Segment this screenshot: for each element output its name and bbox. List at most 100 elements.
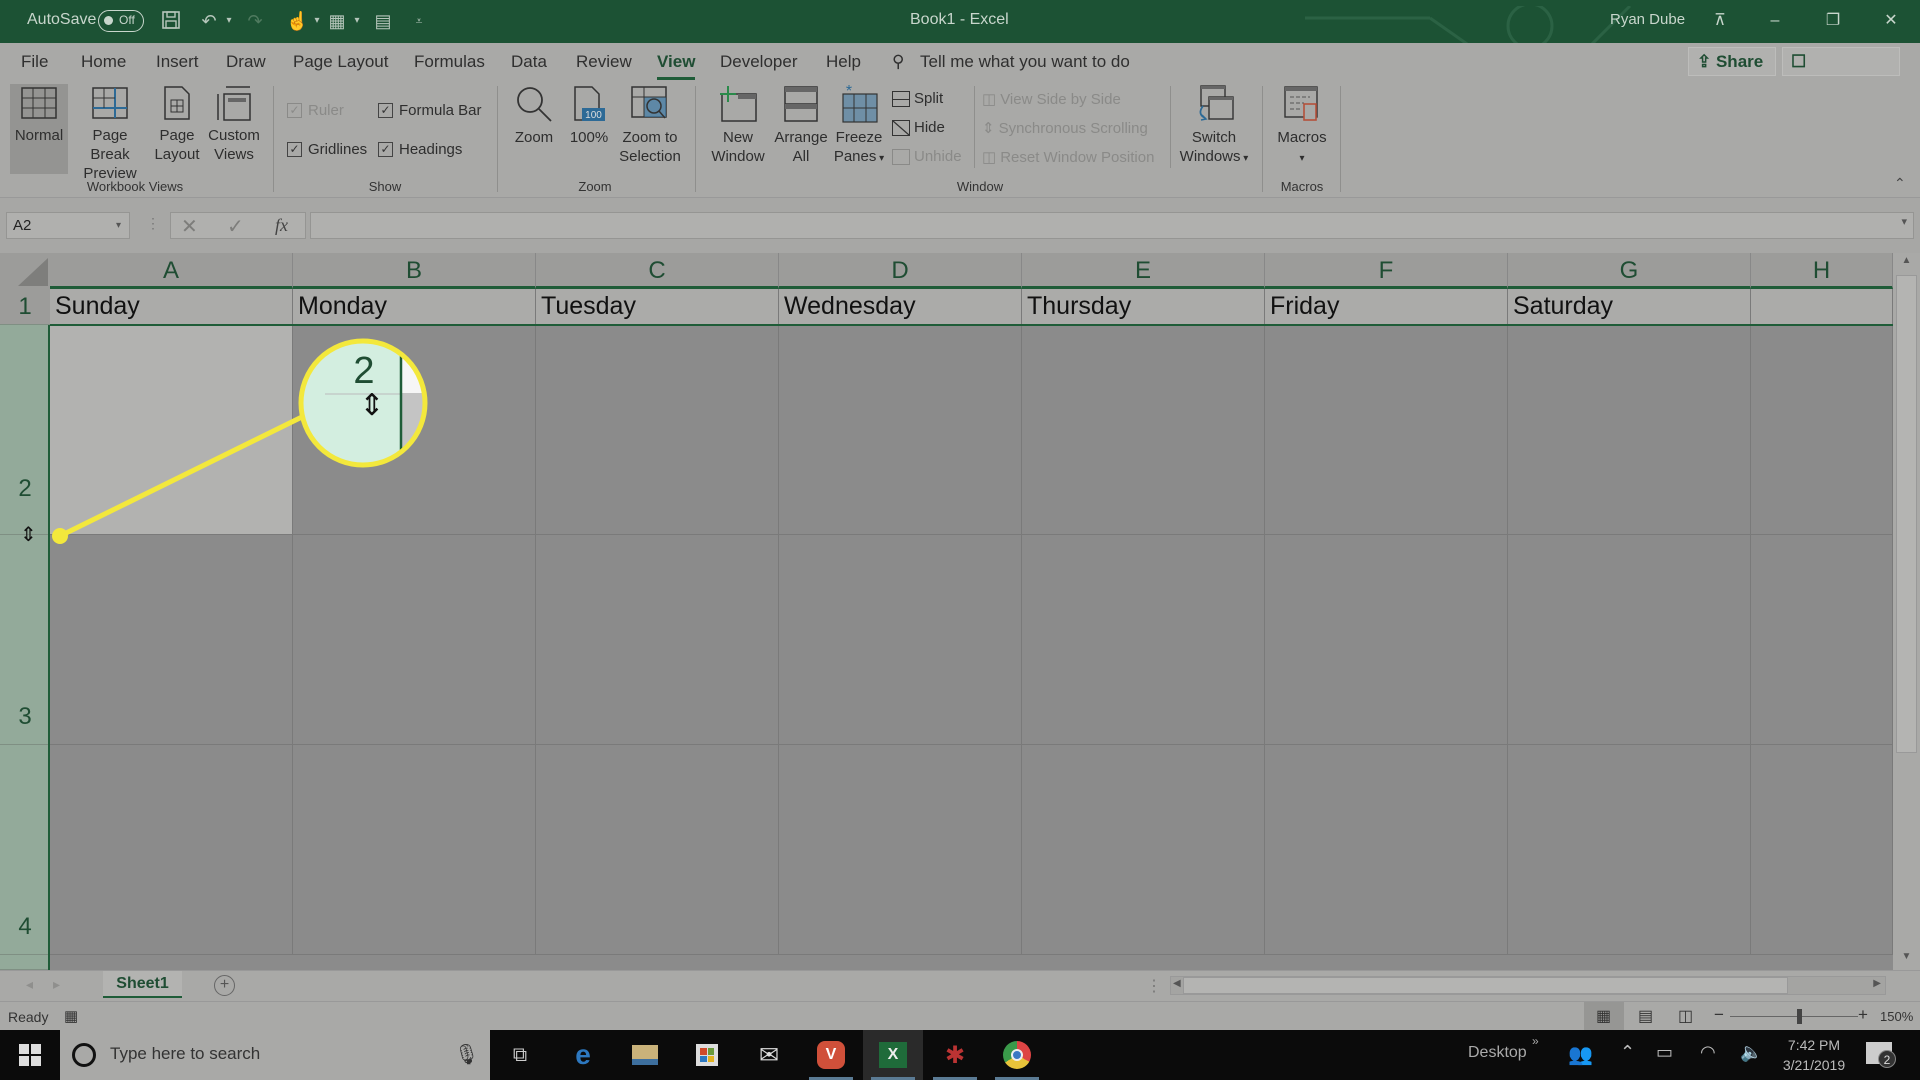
task-view-icon[interactable]: ⧉ bbox=[490, 1030, 550, 1080]
people-icon[interactable]: 👥 bbox=[1568, 1042, 1593, 1067]
cell-c4[interactable] bbox=[536, 745, 779, 955]
scroll-down-icon[interactable]: ▼ bbox=[1896, 951, 1917, 968]
column-header-f[interactable]: F bbox=[1265, 253, 1508, 289]
next-sheet-icon[interactable]: ▸ bbox=[53, 976, 60, 993]
cell-e2[interactable] bbox=[1022, 326, 1265, 535]
row-header-3[interactable]: 3 bbox=[0, 535, 50, 745]
cell-d1[interactable]: Wednesday bbox=[779, 289, 1022, 325]
zoom-slider-thumb[interactable] bbox=[1797, 1009, 1802, 1024]
microphone-icon[interactable]: 🎙 bbox=[454, 1042, 479, 1067]
cell-f1[interactable]: Friday bbox=[1265, 289, 1508, 325]
cell-a3[interactable] bbox=[50, 535, 293, 745]
normal-view-button[interactable]: Normal bbox=[10, 84, 68, 174]
comments-button[interactable]: ☐ Comments bbox=[1782, 47, 1900, 98]
minimize-icon[interactable]: – bbox=[1760, 8, 1790, 34]
column-header-d[interactable]: D bbox=[779, 253, 1022, 289]
tab-help[interactable]: Help bbox=[826, 52, 861, 72]
tell-me-input[interactable]: Tell me what you want to do bbox=[920, 52, 1130, 72]
vivaldi-icon[interactable]: V bbox=[801, 1030, 861, 1080]
expand-formula-bar-icon[interactable]: ▾ bbox=[1901, 215, 1907, 228]
macro-recording-icon[interactable]: ▦ bbox=[64, 1007, 78, 1025]
prev-sheet-icon[interactable]: ◂ bbox=[26, 976, 33, 993]
formula-input[interactable]: ▾ bbox=[310, 212, 1914, 239]
tab-home[interactable]: Home bbox=[81, 52, 126, 72]
tab-view[interactable]: View bbox=[657, 52, 696, 80]
freeze-dropdown-icon[interactable]: ▾ bbox=[346, 10, 368, 32]
cell-g1[interactable]: Saturday bbox=[1508, 289, 1751, 325]
row-header-4[interactable]: 4 bbox=[0, 745, 50, 955]
cell-d2[interactable] bbox=[779, 326, 1022, 535]
switch-windows-button[interactable]: Switch Windows ▾ bbox=[1174, 84, 1254, 168]
cell-c2[interactable] bbox=[536, 326, 779, 535]
row-header-5[interactable] bbox=[0, 955, 50, 970]
cell-e3[interactable] bbox=[1022, 535, 1265, 745]
freeze-panes-button[interactable]: * Freeze Panes ▾ bbox=[830, 84, 888, 168]
cell-e4[interactable] bbox=[1022, 745, 1265, 955]
zoom-100-button[interactable]: 100 100% bbox=[564, 84, 614, 147]
app-bug-icon[interactable]: ✱ bbox=[925, 1030, 985, 1080]
cell-c1[interactable]: Tuesday bbox=[536, 289, 779, 325]
save-icon[interactable] bbox=[160, 10, 182, 32]
edge-icon[interactable]: e bbox=[553, 1030, 613, 1080]
wifi-icon[interactable]: ◠ bbox=[1700, 1042, 1716, 1063]
horizontal-scroll-thumb[interactable] bbox=[1183, 977, 1788, 994]
scroll-left-icon[interactable]: ◀ bbox=[1173, 978, 1181, 989]
chrome-icon[interactable] bbox=[987, 1030, 1047, 1080]
cell-h1[interactable] bbox=[1751, 289, 1893, 325]
undo-icon[interactable]: ↶ bbox=[198, 10, 220, 32]
macros-button[interactable]: Macros ▾ bbox=[1272, 84, 1332, 168]
zoom-out-icon[interactable]: − bbox=[1714, 1005, 1724, 1025]
freeze-panes-qa-icon[interactable]: ▦ bbox=[326, 10, 348, 32]
toolbar-overflow-icon[interactable]: » bbox=[1532, 1034, 1539, 1048]
normal-view-status-button[interactable]: ▦ bbox=[1584, 1002, 1624, 1030]
cell-h3[interactable] bbox=[1751, 535, 1893, 745]
zoom-to-selection-button[interactable]: Zoom to Selection bbox=[616, 84, 684, 166]
new-sheet-icon[interactable]: + bbox=[214, 975, 235, 996]
share-button[interactable]: ⇪ Share bbox=[1688, 47, 1776, 76]
battery-icon[interactable]: ▭ bbox=[1656, 1042, 1673, 1063]
name-box[interactable]: A2 ▾ bbox=[6, 212, 130, 239]
cell-f4[interactable] bbox=[1265, 745, 1508, 955]
formula-bar-checkbox[interactable]: ✓ Formula Bar bbox=[378, 102, 482, 119]
zoom-button[interactable]: Zoom bbox=[508, 84, 560, 147]
column-header-c[interactable]: C bbox=[536, 253, 779, 289]
insert-function-icon[interactable]: fx bbox=[275, 215, 288, 236]
column-header-g[interactable]: G bbox=[1508, 253, 1751, 289]
mail-icon[interactable]: ✉ bbox=[739, 1030, 799, 1080]
tab-developer[interactable]: Developer bbox=[720, 52, 798, 72]
touch-dropdown-icon[interactable]: ▾ bbox=[306, 10, 328, 32]
split-button[interactable]: Split bbox=[892, 90, 943, 107]
cell-d3[interactable] bbox=[779, 535, 1022, 745]
formula-bar-grip-icon[interactable]: ⋮ bbox=[146, 215, 160, 232]
vertical-scrollbar[interactable]: ▲ ▼ bbox=[1893, 253, 1920, 970]
cell-g3[interactable] bbox=[1508, 535, 1751, 745]
page-layout-view-button[interactable]: Page Layout bbox=[152, 84, 202, 164]
show-hidden-icons-icon[interactable]: ⌃ bbox=[1620, 1042, 1635, 1063]
cell-h4[interactable] bbox=[1751, 745, 1893, 955]
desktop-toolbar-label[interactable]: Desktop bbox=[1468, 1044, 1527, 1062]
customize-qa-icon[interactable]: ⩡ bbox=[408, 10, 430, 32]
zoom-slider-track[interactable] bbox=[1730, 1016, 1858, 1017]
taskbar-search-box[interactable]: Type here to search 🎙 bbox=[60, 1030, 490, 1080]
clock[interactable]: 7:42 PM 3/21/2019 bbox=[1778, 1035, 1850, 1075]
cell-g4[interactable] bbox=[1508, 745, 1751, 955]
cell-d4[interactable] bbox=[779, 745, 1022, 955]
horizontal-scrollbar[interactable]: ◀ ▶ bbox=[1170, 976, 1886, 995]
cell-b3[interactable] bbox=[293, 535, 536, 745]
tab-draw[interactable]: Draw bbox=[226, 52, 266, 72]
vertical-scroll-thumb[interactable] bbox=[1896, 275, 1917, 753]
cell-f3[interactable] bbox=[1265, 535, 1508, 745]
excel-taskbar-icon[interactable]: X bbox=[863, 1030, 923, 1080]
column-header-e[interactable]: E bbox=[1022, 253, 1265, 289]
custom-views-button[interactable]: Custom Views bbox=[206, 84, 262, 164]
page-break-preview-button[interactable]: Page Break Preview bbox=[72, 84, 148, 183]
store-icon[interactable] bbox=[677, 1030, 737, 1080]
start-button[interactable] bbox=[0, 1030, 60, 1080]
tab-review[interactable]: Review bbox=[576, 52, 632, 72]
cell-g2[interactable] bbox=[1508, 326, 1751, 535]
scroll-right-icon[interactable]: ▶ bbox=[1873, 978, 1881, 989]
ribbon-display-options-icon[interactable]: ⊼ bbox=[1705, 8, 1735, 34]
sheet-tab-sheet1[interactable]: Sheet1 bbox=[103, 971, 182, 998]
cell-b4[interactable] bbox=[293, 745, 536, 955]
scroll-up-icon[interactable]: ▲ bbox=[1896, 255, 1917, 272]
